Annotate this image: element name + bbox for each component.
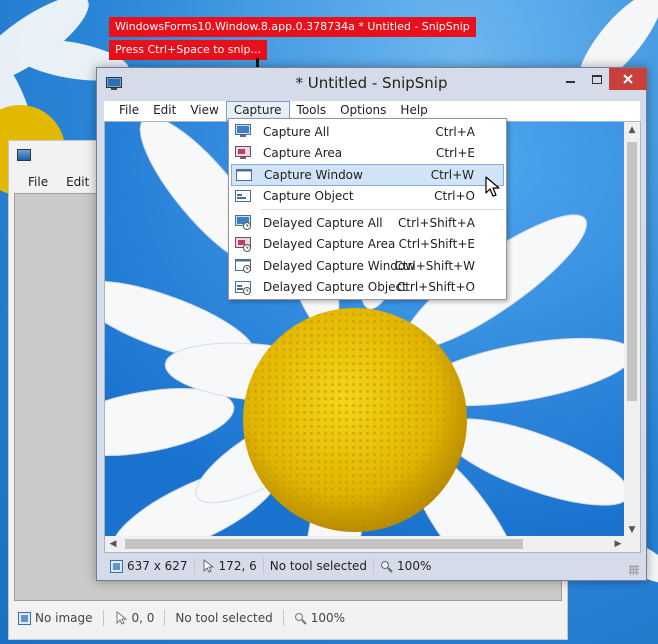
horizontal-scrollbar[interactable]: ◀ ▶ [105, 536, 626, 552]
title-bar[interactable]: * Untitled - SnipSnip [97, 68, 647, 100]
close-button[interactable] [609, 68, 647, 90]
minimize-button[interactable] [558, 68, 583, 90]
object-icon [235, 189, 251, 202]
menu-delayed-capture-area[interactable]: Delayed Capture Area Ctrl+Shift+E [231, 234, 504, 256]
vertical-scroll-thumb[interactable] [627, 142, 637, 401]
menu-edit[interactable]: Edit [146, 101, 183, 121]
maximize-button[interactable] [584, 68, 609, 90]
window-handle-tooltip: WindowsForms10.Window.8.app.0.378734a * … [109, 17, 476, 37]
scroll-up-icon[interactable]: ▲ [624, 122, 640, 138]
window-icon [236, 169, 252, 181]
vertical-scrollbar[interactable]: ▲ ▼ [624, 122, 640, 538]
delayed-area-icon [235, 236, 251, 252]
menu-delayed-capture-object[interactable]: Delayed Capture Object Ctrl+Shift+O [231, 277, 504, 299]
close-icon [623, 74, 633, 84]
area-icon [235, 145, 251, 159]
menu-delayed-capture-window[interactable]: Delayed Capture Window Ctrl+Shift+W [231, 255, 504, 277]
delayed-monitor-icon [235, 215, 251, 230]
maximize-icon [591, 74, 602, 84]
menu-view[interactable]: View [183, 101, 225, 121]
cursor-position-icon [116, 611, 127, 625]
menu-capture-window[interactable]: Capture Window Ctrl+W [231, 164, 504, 186]
image-size-icon [18, 611, 31, 625]
delayed-object-icon [235, 280, 251, 295]
image-size: 637 x 627 [127, 559, 188, 573]
menu-separator [261, 209, 504, 210]
scroll-corner [624, 536, 640, 552]
cursor-position-icon [203, 559, 215, 573]
menu-edit[interactable]: Edit [58, 171, 99, 193]
app-icon [17, 149, 31, 161]
mouse-cursor-icon [485, 176, 500, 197]
tool-status: No tool selected [175, 611, 273, 625]
menu-delayed-capture-all[interactable]: Delayed Capture All Ctrl+Shift+A [231, 212, 504, 234]
monitor-icon [235, 124, 251, 137]
cursor-position: 0, 0 [131, 611, 155, 625]
menu-file[interactable]: File [104, 101, 146, 121]
resize-grip[interactable] [629, 565, 639, 575]
zoom-level: 100% [397, 559, 432, 573]
menu-capture-area[interactable]: Capture Area Ctrl+E [231, 143, 504, 165]
background-statusbar: No image 0, 0 No tool selected 100% [14, 607, 349, 629]
delayed-window-icon [235, 259, 251, 273]
scroll-left-icon[interactable]: ◀ [105, 536, 121, 552]
cursor-position: 172, 6 [218, 559, 257, 573]
snip-hint-tooltip: Press Ctrl+Space to snip... [109, 40, 268, 60]
image-size-icon [110, 559, 123, 573]
background-menubar: File Edit [9, 171, 99, 193]
minimize-icon [566, 81, 575, 83]
image-status: No image [35, 611, 93, 625]
statusbar: 637 x 627 172, 6 No tool selected 100% [104, 555, 641, 577]
menu-capture-object[interactable]: Capture Object Ctrl+O [231, 186, 504, 208]
horizontal-scroll-thumb[interactable] [125, 539, 523, 549]
zoom-level: 100% [310, 611, 346, 625]
zoom-icon [294, 612, 307, 625]
menu-capture-all[interactable]: Capture All Ctrl+A [231, 121, 504, 143]
tool-status: No tool selected [269, 559, 368, 573]
zoom-icon [381, 560, 393, 573]
capture-menu-dropdown: Capture All Ctrl+A Capture Area Ctrl+E C… [228, 118, 507, 300]
menu-file[interactable]: File [9, 171, 58, 193]
